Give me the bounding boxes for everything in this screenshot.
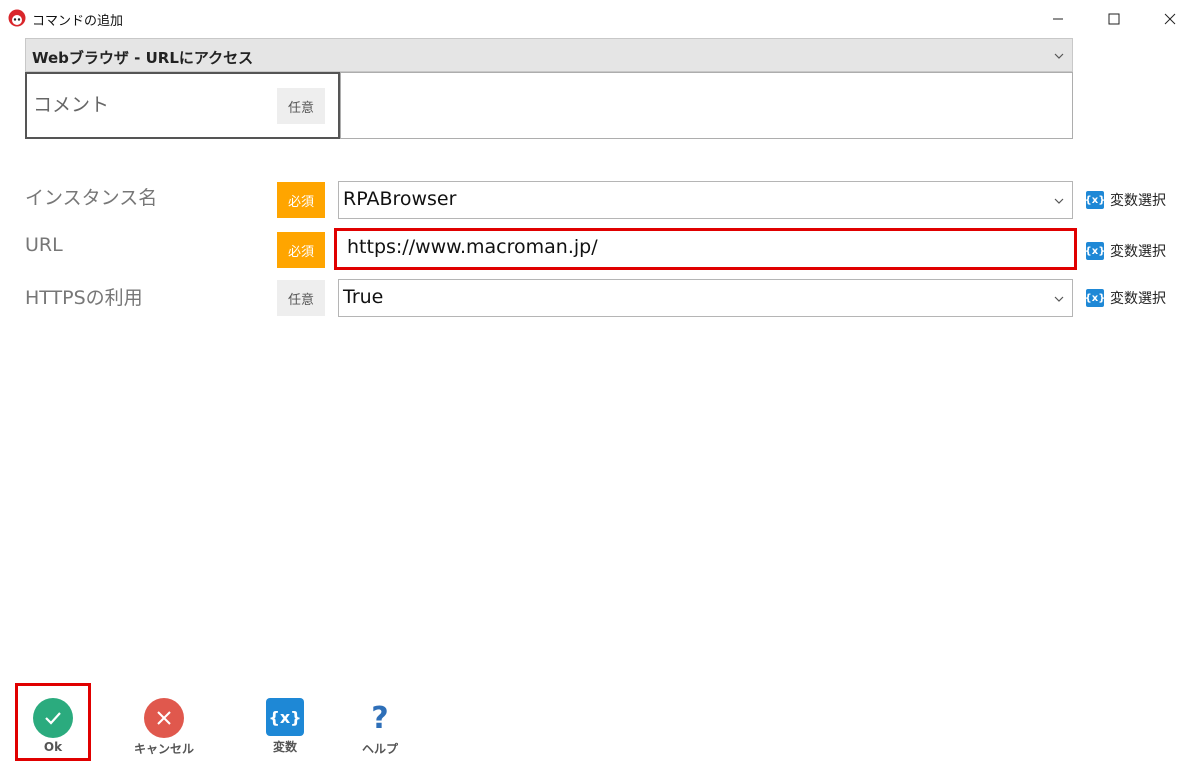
ok-button[interactable]: Ok — [13, 698, 93, 754]
window-title: コマンドの追加 — [32, 14, 124, 29]
https-variable-select[interactable]: {x} 変数選択 — [1085, 288, 1166, 308]
question-mark-icon: ? — [360, 698, 400, 738]
variable-label: 変数 — [272, 740, 297, 754]
url-value: https://www.macroman.jp/ — [347, 236, 598, 258]
instance-name-label: インスタンス名 — [25, 187, 158, 209]
url-required-badge: 必須 — [277, 232, 325, 268]
cancel-x-icon — [144, 698, 184, 738]
ok-label: Ok — [43, 740, 63, 754]
title-bar: コマンドの追加 — [0, 0, 1200, 38]
chevron-down-icon — [1054, 53, 1064, 59]
chevron-down-icon — [1054, 296, 1064, 302]
variable-select-label: 変数選択 — [1110, 291, 1166, 307]
instance-name-variable-select[interactable]: {x} 変数選択 — [1085, 190, 1166, 210]
url-input[interactable]: https://www.macroman.jp/ — [334, 228, 1077, 270]
comment-optional-badge: 任意 — [277, 88, 325, 124]
variable-icon: {x} — [1085, 191, 1105, 209]
comment-input[interactable] — [340, 72, 1073, 139]
minimize-button[interactable] — [1030, 0, 1086, 38]
https-label: HTTPSの利用 — [25, 287, 143, 309]
app-icon — [8, 9, 26, 27]
comment-label-area: コメント 任意 — [25, 72, 340, 139]
https-dropdown[interactable]: True — [338, 279, 1073, 317]
variable-select-label: 変数選択 — [1110, 193, 1166, 209]
maximize-icon — [1108, 13, 1120, 25]
check-icon — [33, 698, 73, 738]
https-optional-badge: 任意 — [277, 280, 325, 316]
close-icon — [1164, 13, 1176, 25]
cancel-label: キャンセル — [133, 742, 194, 756]
url-variable-select[interactable]: {x} 変数選択 — [1085, 241, 1166, 261]
instance-name-dropdown[interactable]: RPABrowser — [338, 181, 1073, 219]
instance-name-value: RPABrowser — [343, 188, 457, 210]
variable-icon: {x} — [1085, 242, 1105, 260]
maximize-button[interactable] — [1086, 0, 1142, 38]
close-button[interactable] — [1142, 0, 1198, 38]
chevron-down-icon — [1054, 198, 1064, 204]
cancel-button[interactable]: キャンセル — [124, 698, 204, 757]
url-label: URL — [25, 234, 63, 256]
variable-icon: {x} — [1085, 289, 1105, 307]
command-selected-value: Webブラウザ - URLにアクセス — [32, 49, 254, 67]
variable-icon: {x} — [266, 698, 304, 736]
help-button[interactable]: ? ヘルプ — [340, 698, 420, 757]
command-dropdown[interactable]: Webブラウザ - URLにアクセス — [25, 38, 1073, 72]
variable-select-label: 変数選択 — [1110, 244, 1166, 260]
minimize-icon — [1053, 18, 1063, 20]
variable-button[interactable]: {x} 変数 — [245, 698, 325, 755]
https-value: True — [343, 286, 384, 308]
comment-label: コメント — [33, 94, 110, 116]
instance-name-required-badge: 必須 — [277, 182, 325, 218]
help-label: ヘルプ — [361, 742, 398, 756]
